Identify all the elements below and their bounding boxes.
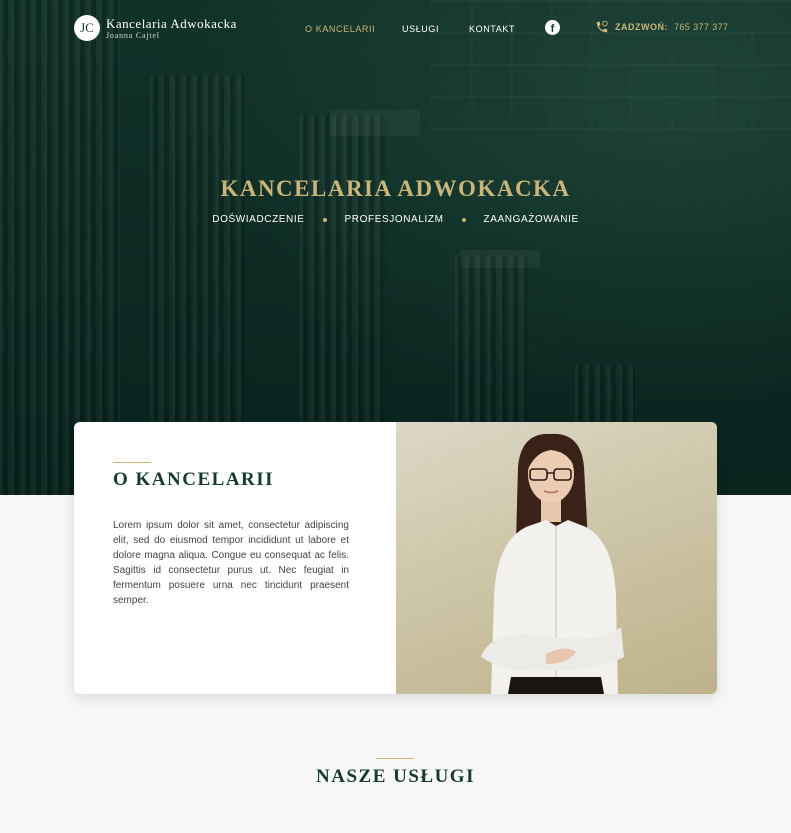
top-navigation: JC Kancelaria Adwokacka Joanna Cajtel O … <box>0 0 791 60</box>
tagline: DOŚWIADCZENIE <box>212 214 305 225</box>
hero-overlay <box>0 0 791 495</box>
logo-mark: JC <box>74 15 100 41</box>
call-number: 765 377 377 <box>674 22 729 32</box>
tagline: ZAANGAŻOWANIE <box>483 214 579 225</box>
hero-taglines: DOŚWIADCZENIE PROFESJONALIZM ZAANGAŻOWAN… <box>0 214 791 225</box>
call-label: ZADZWOŃ: <box>615 22 668 32</box>
title-accent-line <box>113 462 151 463</box>
nav-item-uslugi[interactable]: USŁUGI <box>402 24 439 34</box>
about-card: O KANCELARII Lorem ipsum dolor sit amet,… <box>74 422 717 694</box>
separator-dot <box>322 217 327 222</box>
about-content: O KANCELARII Lorem ipsum dolor sit amet,… <box>74 422 396 694</box>
lawyer-photo <box>396 422 717 694</box>
about-title: O KANCELARII <box>113 469 275 490</box>
facebook-icon[interactable]: f <box>545 20 560 35</box>
separator-dot <box>461 217 466 222</box>
logo[interactable]: JC Kancelaria Adwokacka Joanna Cajtel <box>74 15 237 41</box>
phone-icon <box>596 20 608 33</box>
call-link[interactable]: ZADZWOŃ: 765 377 377 <box>595 20 728 34</box>
hero-title: KANCELARIA ADWOKACKA <box>220 176 571 201</box>
logo-title: Kancelaria Adwokacka <box>106 15 237 31</box>
logo-subtitle: Joanna Cajtel <box>106 30 160 40</box>
services-title: NASZE USŁUGI <box>316 766 475 787</box>
services-accent-line <box>376 758 414 759</box>
tagline: PROFESJONALIZM <box>344 214 444 225</box>
lawyer-portrait <box>481 433 624 694</box>
nav-item-o-kancelarii[interactable]: O KANCELARII <box>305 24 375 34</box>
hero-section: JC Kancelaria Adwokacka Joanna Cajtel O … <box>0 0 791 495</box>
nav-item-kontakt[interactable]: KONTAKT <box>469 24 515 34</box>
about-text: Lorem ipsum dolor sit amet, consectetur … <box>113 520 349 606</box>
